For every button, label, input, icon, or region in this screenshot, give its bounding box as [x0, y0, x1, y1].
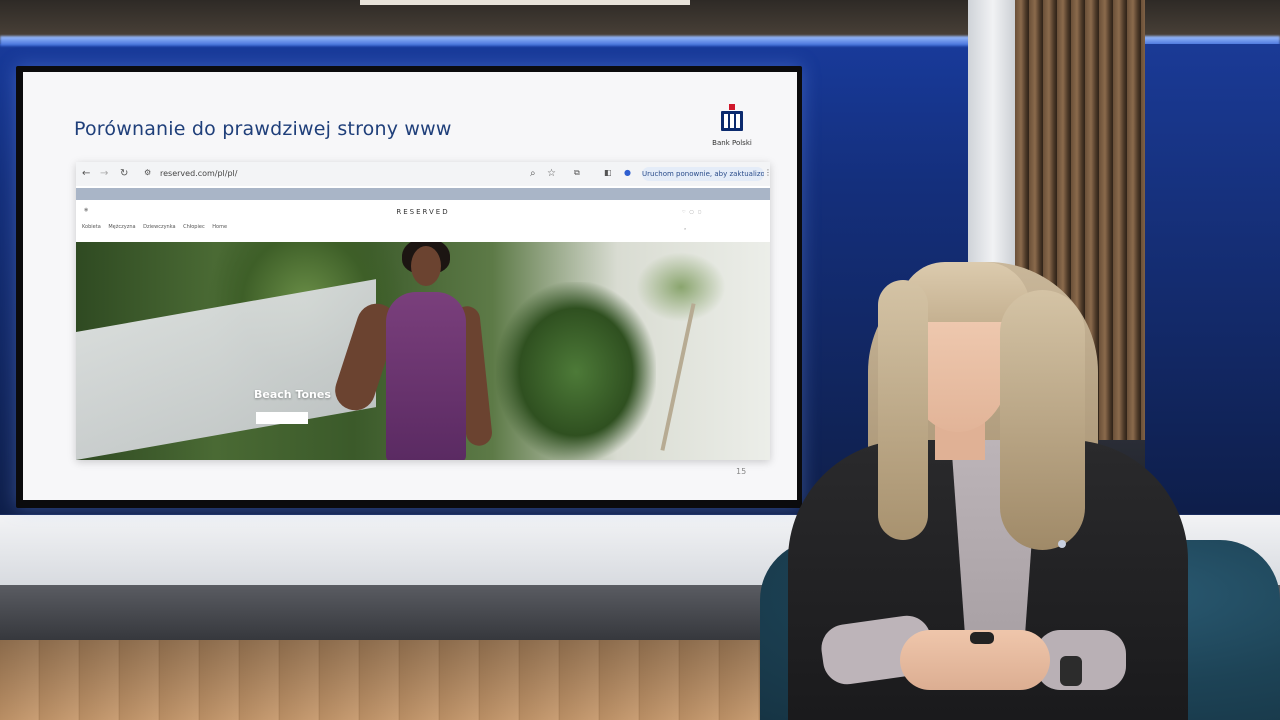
header-action-icons: ♡ ◯ ▢ — [682, 209, 702, 214]
hero-title: Beach Tones — [254, 388, 331, 401]
ceiling-light — [360, 0, 690, 5]
brand-logo: RESERVED — [396, 208, 450, 216]
back-arrow-icon: ← — [82, 168, 91, 179]
category-nav: Kobieta Mężczyzna Dziewczynka Chłopiec H… — [82, 224, 233, 230]
browser-toolbar: ← → ↻ ⚙ reserved.com/pl/pl/ ⌕ ☆ ⧉ ◧ ● Ur… — [76, 162, 772, 186]
white-wall — [76, 279, 376, 460]
logo-caption: Bank Polski — [712, 139, 752, 147]
palm-foliage-right — [496, 282, 656, 460]
reload-icon: ↻ — [120, 168, 129, 179]
right-blue-wall — [1145, 44, 1280, 514]
extensions-icon: ⧉ — [574, 168, 580, 177]
category-mezczyzna: Mężczyzna — [108, 224, 136, 230]
model-face — [411, 246, 441, 286]
wristwatch — [1060, 656, 1082, 686]
presentation-remote — [970, 632, 994, 644]
hero-banner: Beach Tones — [76, 242, 770, 460]
lapel-pin — [1058, 540, 1066, 548]
address-bar-url: reserved.com/pl/pl/ — [160, 169, 238, 178]
slide-page-number: 15 — [736, 467, 747, 476]
embedded-browser: ← → ↻ ⚙ reserved.com/pl/pl/ ⌕ ☆ ⧉ ◧ ● Ur… — [76, 162, 772, 460]
update-button: Uruchom ponownie, aby zaktualizować — [642, 167, 764, 181]
palm-trunk — [660, 303, 696, 451]
menu-icon: ⋮ — [764, 168, 772, 177]
hero-cta-button — [256, 412, 308, 424]
sidebar-icon: ◧ — [604, 168, 612, 177]
category-chlopiec: Chłopiec — [183, 224, 205, 230]
site-search-icon: ⌕ — [684, 226, 687, 231]
presenter-hair-left — [878, 280, 928, 540]
forward-arrow-icon: → — [100, 168, 109, 179]
star-icon: ☆ — [547, 168, 556, 179]
site-settings-icon: ⚙ — [144, 168, 152, 177]
search-icon: ⌕ — [530, 168, 536, 179]
category-dziewczynka: Dziewczynka — [143, 224, 176, 230]
presenter-hair-right — [1000, 290, 1085, 550]
bank-logo: Bank Polski — [712, 104, 752, 154]
promo-banner — [76, 188, 770, 200]
pko-logo-icon — [721, 104, 743, 131]
model-dress — [386, 292, 466, 460]
slide-title: Porównanie do prawdziwej strony www — [74, 118, 452, 140]
category-home: Home — [212, 224, 228, 230]
category-kobieta: Kobieta — [82, 224, 101, 230]
profile-icon: ● — [624, 168, 631, 177]
